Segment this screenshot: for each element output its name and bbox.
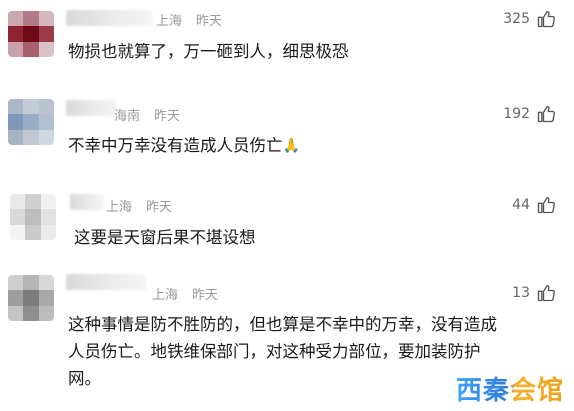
- location-label: 海南: [114, 109, 141, 124]
- avatar-pixel: [38, 275, 54, 291]
- avatar-pixel: [38, 114, 54, 130]
- comment-text: 这要是天窗后果不堪设想: [74, 224, 256, 251]
- watermark-logo: 西秦会馆: [456, 370, 564, 407]
- avatar-pixel: [23, 275, 39, 291]
- comment-meta: 上海 昨天: [152, 284, 218, 303]
- avatar-pixel: [38, 26, 54, 42]
- comment-meta: 海南 昨天: [114, 105, 180, 124]
- comment-text-line: 不幸中万幸没有造成人员伤亡🙏: [68, 132, 300, 160]
- thumbs-up-icon[interactable]: [536, 9, 556, 29]
- avatar-pixel: [23, 99, 39, 115]
- username-blurred[interactable]: [70, 194, 104, 210]
- avatar-pixel: [38, 290, 54, 306]
- thumbs-up-icon[interactable]: [536, 283, 556, 303]
- avatar[interactable]: [10, 194, 56, 240]
- avatar[interactable]: [8, 275, 54, 321]
- avatar-pixel: [23, 11, 39, 27]
- like-count: 44: [512, 197, 530, 213]
- time-label: 昨天: [146, 200, 173, 215]
- thumbs-up-icon[interactable]: [536, 195, 556, 215]
- comment-text: 不幸中万幸没有造成人员伤亡🙏: [68, 132, 300, 160]
- comment-text-line: 这要是天窗后果不堪设想: [74, 228, 256, 247]
- avatar-pixel: [23, 129, 39, 145]
- avatar-pixel: [8, 26, 24, 42]
- comment-text-line: 人员伤亡。地铁维保部门，对这种受力部位，要加装防护: [68, 342, 481, 361]
- time-label: 昨天: [196, 14, 223, 29]
- avatar-pixel: [38, 129, 54, 145]
- time-label: 昨天: [192, 288, 219, 303]
- avatar-pixel: [8, 305, 24, 321]
- like-button[interactable]: 192: [503, 104, 556, 124]
- avatar[interactable]: [8, 11, 54, 57]
- like-button[interactable]: 44: [512, 195, 556, 215]
- comment-text-span: 不幸中万幸没有造成人员伤亡: [68, 136, 283, 155]
- avatar-pixel: [8, 275, 24, 291]
- like-button[interactable]: 325: [503, 9, 556, 29]
- avatar-pixel: [38, 11, 54, 27]
- comment-text-line: 物损也就算了，万一砸到人，细思极恐: [68, 42, 349, 61]
- username-blurred[interactable]: [66, 10, 152, 26]
- comment-item: 海南 昨天 192 不幸中万幸没有造成人员伤亡🙏: [0, 88, 574, 178]
- thumbs-up-icon[interactable]: [536, 104, 556, 124]
- avatar-pixel: [40, 194, 56, 210]
- avatar-pixel: [40, 224, 56, 240]
- avatar-pixel: [8, 114, 24, 130]
- avatar-pixel: [23, 114, 39, 130]
- comment-meta: 上海 昨天: [106, 196, 172, 215]
- avatar-pixel: [23, 305, 39, 321]
- like-count: 13: [512, 285, 530, 301]
- avatar-pixel: [40, 209, 56, 225]
- avatar-pixel: [25, 224, 41, 240]
- avatar-pixel: [23, 41, 39, 57]
- avatar-pixel: [10, 209, 26, 225]
- location-label: 上海: [106, 200, 133, 215]
- comment-item: 上海 昨天 44 这要是天窗后果不堪设想: [0, 178, 574, 263]
- avatar-pixel: [25, 194, 41, 210]
- like-count: 325: [503, 11, 530, 27]
- avatar-pixel: [38, 305, 54, 321]
- like-count: 192: [503, 106, 530, 122]
- praying-hands-emoji: 🙏: [282, 138, 300, 154]
- avatar-pixel: [23, 290, 39, 306]
- avatar-pixel: [8, 11, 24, 27]
- username-blurred[interactable]: [66, 100, 116, 116]
- avatar-pixel: [8, 41, 24, 57]
- avatar-pixel: [8, 129, 24, 145]
- avatar-pixel: [38, 41, 54, 57]
- username-blurred[interactable]: [66, 274, 146, 290]
- location-label: 上海: [156, 14, 183, 29]
- avatar-pixel: [25, 209, 41, 225]
- comment-meta: 上海 昨天: [156, 10, 222, 29]
- location-label: 上海: [152, 288, 179, 303]
- avatar-pixel: [8, 99, 24, 115]
- avatar-pixel: [38, 99, 54, 115]
- comment-text-line: 网。: [68, 369, 101, 388]
- avatar[interactable]: [8, 99, 54, 145]
- like-button[interactable]: 13: [512, 283, 556, 303]
- comment-text: 这种事情是防不胜防的，但也算是不幸中的万幸，没有造成 人员伤亡。地铁维保部门，对…: [68, 311, 497, 392]
- comment-text-line: 这种事情是防不胜防的，但也算是不幸中的万幸，没有造成: [68, 315, 497, 334]
- avatar-pixel: [10, 194, 26, 210]
- comment-text: 物损也就算了，万一砸到人，细思极恐: [68, 38, 349, 65]
- time-label: 昨天: [154, 109, 181, 124]
- avatar-pixel: [23, 26, 39, 42]
- comment-item: 上海 昨天 325 物损也就算了，万一砸到人，细思极恐: [0, 0, 574, 88]
- avatar-pixel: [10, 224, 26, 240]
- avatar-pixel: [8, 290, 24, 306]
